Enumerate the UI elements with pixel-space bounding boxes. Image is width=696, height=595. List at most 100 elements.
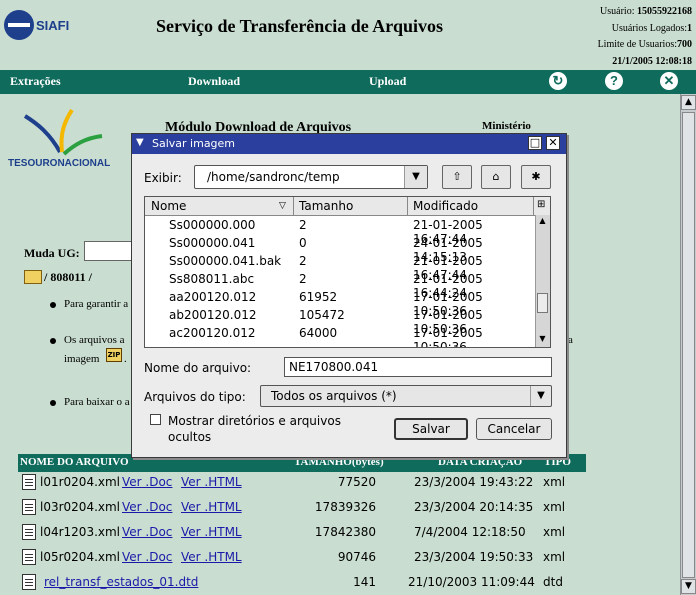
list-item[interactable]: ab200120.012 105472 17-01-2005 10:50:36 (145, 306, 535, 336)
maximize-icon[interactable]: □ (528, 136, 542, 150)
link-ver-html[interactable]: Ver .HTML (181, 475, 242, 489)
siafi-logo-icon (4, 10, 34, 40)
file-list-scrollbar[interactable]: ▲ ▼ (535, 215, 550, 347)
list-item-name: Ss000000.000 (169, 218, 256, 232)
file-size: 17839326 (314, 500, 376, 514)
list-scroll-thumb[interactable] (537, 293, 548, 313)
list-item[interactable]: Ss000000.041 0 24-01-2005 14:15:13 (145, 234, 535, 264)
tesouro-logo-icon (23, 108, 103, 156)
exibir-combo[interactable]: /home/sandronc/temp ▼ (194, 165, 428, 189)
list-item[interactable]: Ss000000.041.bak 2 21-01-2005 16:47:44 (145, 252, 535, 282)
list-item-modified: 17-01-2005 10:50:36 (413, 326, 483, 348)
list-item-size: 2 (299, 272, 307, 286)
table-row: rel_transf_estados_01.dtd 141 21/10/2003… (18, 570, 586, 595)
new-folder-icon[interactable]: ✱ (521, 165, 551, 189)
info-text-2b: imagem (64, 353, 100, 365)
list-item-name: Ss808011.abc (169, 272, 255, 286)
list-item[interactable]: Ss808011.abc 2 21-01-2005 16:44:24 (145, 270, 535, 300)
file-icon (22, 524, 36, 540)
file-type: xml (543, 475, 566, 489)
table-row: l04r1203.xml Ver .Doc Ver .HTML 17842380… (18, 520, 586, 546)
file-name[interactable]: l05r0204.xml (40, 550, 120, 564)
dialog-close-icon[interactable]: ✕ (546, 136, 560, 150)
datetime: 21/1/2005 12:08:18 (612, 55, 692, 67)
file-name[interactable]: l03r0204.xml (40, 500, 120, 514)
chevron-down-icon[interactable]: ▼ (404, 166, 427, 188)
chevron-down-icon[interactable]: ▼ (530, 386, 551, 406)
list-item-size: 61952 (299, 290, 338, 304)
column-divider (293, 197, 294, 215)
folder-icon[interactable] (24, 270, 42, 284)
list-scroll-up-icon[interactable]: ▲ (536, 215, 549, 227)
filetype-value: Todos os arquivos (*) (271, 389, 397, 403)
link-ver-doc[interactable]: Ver .Doc (122, 550, 172, 564)
list-item[interactable]: aa200120.012 61952 17-01-2005 10:50:36 (145, 288, 535, 318)
logged-value: 1 (687, 22, 692, 34)
link-ver-html[interactable]: Ver .HTML (181, 550, 242, 564)
filetype-label: Arquivos do tipo: (144, 390, 246, 404)
col-tamanho[interactable]: Tamanho (299, 199, 353, 213)
col-modificado[interactable]: Modificado (413, 199, 478, 213)
link-ver-html[interactable]: Ver .HTML (181, 500, 242, 514)
scroll-up-icon[interactable]: ▲ (681, 95, 696, 110)
file-list-header: Nome ▽ Tamanho Modificado ⊞ (145, 197, 550, 216)
close-icon[interactable]: ✕ (660, 72, 678, 90)
nav-extracoes[interactable]: Extrações (10, 74, 61, 89)
save-button[interactable]: Salvar (394, 418, 468, 440)
window-menu-icon[interactable]: ▼ (136, 137, 148, 149)
file-name-link[interactable]: rel_transf_estados_01.dtd (44, 575, 198, 589)
link-ver-html[interactable]: Ver .HTML (181, 525, 242, 539)
scrollbar-thumb[interactable] (682, 112, 695, 578)
column-divider (533, 197, 534, 215)
limit-label: Limite de Usuarios: (597, 39, 677, 50)
table-row: l03r0204.xml Ver .Doc Ver .HTML 17839326… (18, 495, 586, 521)
table-row: l01r0204.xml Ver .Doc Ver .HTML 77520 23… (18, 470, 586, 496)
file-type: xml (543, 550, 566, 564)
file-list[interactable]: Nome ▽ Tamanho Modificado ⊞ Ss000000.000… (144, 196, 551, 348)
user-label: Usuário: (600, 6, 635, 17)
file-size: 141 (353, 575, 376, 589)
list-scroll-down-icon[interactable]: ▼ (536, 333, 549, 345)
cancel-button[interactable]: Cancelar (476, 418, 552, 440)
ministerio-text: Ministério (482, 120, 531, 132)
file-name[interactable]: l04r1203.xml (40, 525, 120, 539)
home-icon[interactable]: ⌂ (481, 165, 511, 189)
help-icon[interactable]: ? (605, 72, 623, 90)
column-options-icon[interactable]: ⊞ (537, 199, 545, 210)
scroll-down-icon[interactable]: ▼ (681, 579, 696, 594)
file-icon (22, 574, 36, 590)
file-name[interactable]: l01r0204.xml (40, 475, 120, 489)
list-item-size: 64000 (299, 326, 338, 340)
col-nome[interactable]: Nome (151, 199, 186, 213)
page-scrollbar[interactable]: ▲ ▼ (680, 94, 696, 595)
refresh-icon[interactable]: ↻ (549, 72, 567, 90)
file-type: xml (543, 525, 566, 539)
file-date: 23/3/2004 19:43:22 (414, 475, 534, 489)
dialog-title: Salvar imagem (152, 137, 236, 150)
filename-input[interactable]: NE170800.041 (284, 357, 552, 377)
filetype-combo[interactable]: Todos os arquivos (*) ▼ (260, 385, 552, 407)
dialog-titlebar[interactable]: ▼ Salvar imagem □ ✕ (132, 134, 566, 154)
file-size: 90746 (337, 550, 376, 564)
list-item[interactable]: ac200120.012 64000 17-01-2005 10:50:36 (145, 324, 535, 347)
nav-download[interactable]: Download (188, 74, 240, 89)
nav-upload[interactable]: Upload (369, 74, 406, 89)
file-size: 17842380 (314, 525, 376, 539)
folder-up-icon[interactable]: ⇧ (442, 165, 472, 189)
user-info: Usuário: 15055922168 Usuários Logados:1 … (598, 4, 692, 70)
show-hidden-checkbox[interactable] (150, 414, 161, 425)
column-divider (407, 197, 408, 215)
list-item-size: 105472 (299, 308, 345, 322)
nav-bar: Extrações Download Upload ↻ ? ✕ (0, 70, 696, 94)
tesouro-nacional-text: TESOURONACIONAL (8, 158, 111, 169)
sort-icon[interactable]: ▽ (279, 201, 286, 211)
link-ver-doc[interactable]: Ver .Doc (122, 525, 172, 539)
file-type: dtd (543, 575, 563, 589)
siafi-logo-text: SIAFI (36, 18, 70, 33)
list-item[interactable]: Ss000000.000 2 21-01-2005 16:47:44 (145, 216, 535, 246)
file-type: xml (543, 500, 566, 514)
filename-value: NE170800.041 (289, 360, 379, 374)
link-ver-doc[interactable]: Ver .Doc (122, 475, 172, 489)
link-ver-doc[interactable]: Ver .Doc (122, 500, 172, 514)
list-item-name: Ss000000.041 (169, 236, 256, 250)
